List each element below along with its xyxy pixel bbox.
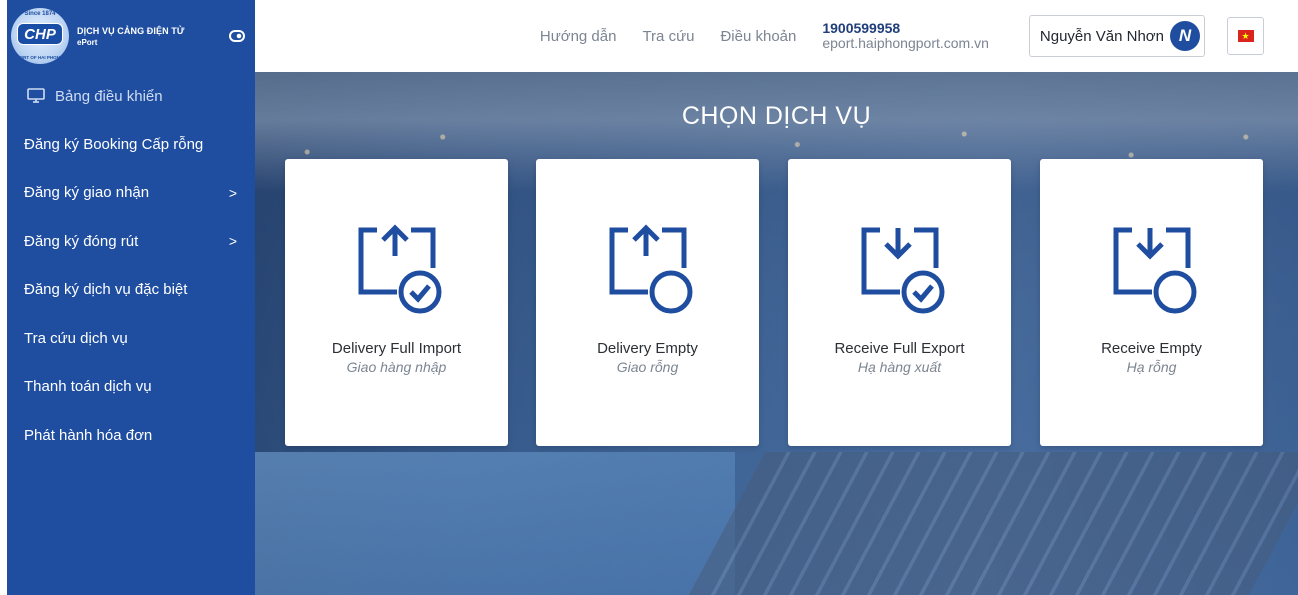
card-subtitle: Hạ hàng xuất [857, 359, 942, 375]
card-title: Delivery Full Import [331, 340, 462, 357]
logo-port-text: PORT OF HAI PHONG [16, 55, 64, 60]
avatar: N [1170, 21, 1200, 51]
service-card-receive-empty[interactable]: Receive Empty Hạ rỗng [1040, 159, 1263, 446]
sidebar-item-label: Bảng điều khiển [55, 87, 163, 105]
nav-link-lookup[interactable]: Tra cứu [642, 28, 694, 45]
sidebar-item-label: Tra cứu dịch vụ [24, 329, 128, 347]
background-water [255, 452, 735, 595]
port-logo[interactable]: Since 1874 CHP PORT OF HAI PHONG [11, 8, 69, 64]
card-title: Receive Empty [1101, 340, 1202, 357]
service-selection-area: CHỌN DỊCH VỤ Delivery Full Import Giao h… [255, 72, 1298, 595]
website-url: eport.haiphongport.com.vn [822, 35, 989, 51]
contact-info: 1900599958 eport.haiphongport.com.vn [822, 21, 989, 50]
sidebar-item-label: Đăng ký Booking Cấp rỗng [24, 135, 204, 153]
hotline-number: 1900599958 [822, 20, 901, 37]
sidebar-item-label: Thanh toán dịch vụ [24, 378, 152, 396]
container-down-check-icon [861, 227, 944, 314]
sidebar-item-invoice[interactable]: Phát hành hóa đơn [7, 411, 255, 460]
container-up-check-icon [358, 224, 441, 314]
sidebar-item-service-lookup[interactable]: Tra cứu dịch vụ [7, 314, 255, 363]
service-card-delivery-full-import[interactable]: Delivery Full Import Giao hàng nhập [285, 159, 508, 446]
sidebar-item-label: Đăng ký đóng rút [24, 232, 139, 250]
chevron-right-icon: > [228, 233, 237, 250]
card-title: Receive Full Export [834, 340, 965, 357]
brand-text: DỊCH VỤ CẢNG ĐIỆN TỬ ePort [77, 26, 229, 47]
container-down-empty-icon [1113, 227, 1196, 314]
nav-link-guide[interactable]: Hướng dẫn [540, 28, 617, 45]
background-container-ship [685, 452, 1298, 595]
page-title: CHỌN DỊCH VỤ [681, 102, 872, 130]
vietnam-flag-icon: ★ [1237, 30, 1254, 42]
card-subtitle: Giao hàng nhập [346, 359, 447, 375]
sidebar-item-booking-empty[interactable]: Đăng ký Booking Cấp rỗng [7, 120, 255, 169]
user-name: Nguyễn Văn Nhơn [1039, 27, 1164, 45]
card-subtitle: Giao rỗng [616, 359, 679, 375]
brand-subtitle: ePort [77, 37, 98, 47]
container-up-empty-icon [609, 224, 692, 314]
sidebar-menu: Bảng điều khiển Đăng ký Booking Cấp rỗng… [7, 72, 255, 460]
logo-since-text: Since 1874 [24, 11, 56, 17]
monitor-icon [27, 88, 45, 103]
user-menu-button[interactable]: Nguyễn Văn Nhơn N [1028, 15, 1205, 57]
brand-area: Since 1874 CHP PORT OF HAI PHONG DỊCH VỤ… [7, 0, 255, 72]
card-title: Delivery Empty [597, 340, 698, 357]
nav-link-terms[interactable]: Điều khoản [720, 28, 796, 45]
card-subtitle: Hạ rỗng [1126, 359, 1177, 375]
sidebar-item-dashboard[interactable]: Bảng điều khiển [7, 72, 255, 120]
sidebar-item-delivery-registration[interactable]: Đăng ký giao nhận > [7, 169, 255, 218]
sidebar-item-payment[interactable]: Thanh toán dịch vụ [7, 363, 255, 412]
sidebar-item-special-service[interactable]: Đăng ký dịch vụ đặc biệt [7, 266, 255, 315]
sidebar-item-stuffing-registration[interactable]: Đăng ký đóng rút > [7, 217, 255, 266]
top-header: Hướng dẫn Tra cứu Điều khoản 1900599958 … [255, 0, 1298, 72]
service-card-receive-full-export[interactable]: Receive Full Export Hạ hàng xuất [788, 159, 1011, 446]
logo-abbr: CHP [17, 23, 63, 45]
sidebar: Since 1874 CHP PORT OF HAI PHONG DỊCH VỤ… [7, 0, 255, 595]
sidebar-item-label: Phát hành hóa đơn [24, 426, 153, 444]
service-card-delivery-empty[interactable]: Delivery Empty Giao rỗng [536, 159, 759, 446]
brand-title: DỊCH VỤ CẢNG ĐIỆN TỬ [77, 25, 185, 36]
sidebar-item-label: Đăng ký giao nhận [24, 184, 150, 202]
sidebar-item-label: Đăng ký dịch vụ đặc biệt [24, 281, 188, 299]
language-selector[interactable]: ★ [1227, 17, 1264, 55]
sidebar-toggle-icon[interactable] [229, 28, 245, 44]
chevron-right-icon: > [228, 184, 237, 201]
